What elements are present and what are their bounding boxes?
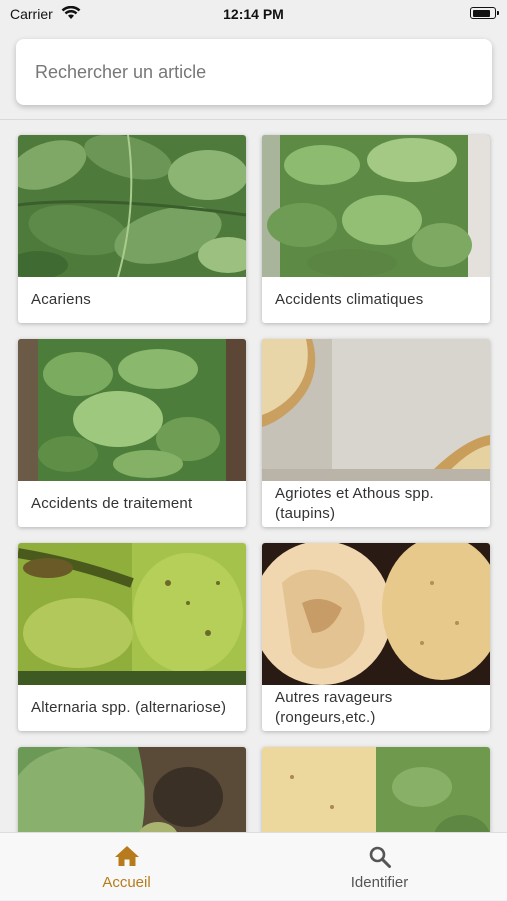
clock: 12:14 PM	[223, 6, 284, 22]
home-icon	[114, 845, 140, 872]
search-icon	[368, 845, 392, 874]
article-image-leaf-disease	[18, 747, 246, 832]
article-title: Acariens	[31, 291, 91, 308]
article-image-tuber-damage	[262, 339, 490, 481]
article-image-potato-leaves	[18, 135, 246, 277]
article-card[interactable]: Accidents de traitement	[18, 339, 246, 527]
article-title: Alternaria spp. (alternariose)	[31, 699, 227, 716]
article-image-gnawed-tuber	[262, 543, 490, 685]
article-image-leaf-disease	[18, 543, 246, 685]
tab-bar: Accueil Identifier	[0, 832, 507, 900]
article-card[interactable]: Autres ravageurs (rongeurs,etc.)	[262, 543, 490, 731]
search-bar[interactable]	[16, 39, 492, 105]
article-image-tuber-and-plant	[262, 747, 490, 832]
battery-icon	[470, 7, 499, 19]
tab-accueil[interactable]: Accueil	[0, 833, 253, 901]
article-card[interactable]	[262, 747, 490, 832]
article-title: Accidents climatiques	[275, 291, 424, 308]
article-card[interactable]: Alternaria spp. (alternariose)	[18, 543, 246, 731]
article-card[interactable]: Agriotes et Athous spp. (taupins)	[262, 339, 490, 527]
article-image-potato-plant	[262, 135, 490, 277]
status-bar: Carrier 12:14 PM	[0, 0, 507, 30]
search-input[interactable]	[16, 39, 475, 105]
article-title: Agriotes et Athous spp. (taupins)	[275, 485, 434, 522]
tab-identifier[interactable]: Identifier	[253, 833, 506, 901]
tab-label: Identifier	[350, 874, 409, 891]
article-image-potato-plant	[18, 339, 246, 481]
article-title: Accidents de traitement	[31, 495, 193, 512]
article-grid: Acariens Accidents climatiques Accidents…	[0, 120, 507, 832]
article-card[interactable]: Accidents climatiques	[262, 135, 490, 323]
tab-label: Accueil	[102, 874, 151, 891]
article-card[interactable]: Acariens	[18, 135, 246, 323]
article-card[interactable]	[18, 747, 246, 832]
article-title: Autres ravageurs (rongeurs,etc.)	[275, 689, 393, 726]
